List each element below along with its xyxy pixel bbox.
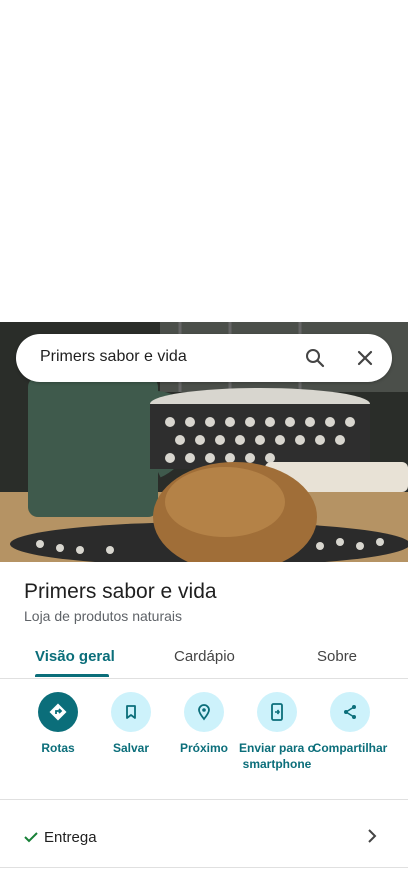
- search-bar[interactable]: Primers sabor e vida: [16, 334, 392, 382]
- delivery-label: Entrega: [44, 829, 97, 846]
- delivery-row[interactable]: Entrega: [0, 808, 408, 866]
- divider: [0, 867, 408, 868]
- tab-about[interactable]: Sobre: [317, 648, 357, 665]
- check-icon: [22, 828, 40, 846]
- send-to-phone-label: Enviar para o smartphone: [238, 741, 316, 771]
- nearby-button[interactable]: Próximo: [164, 692, 244, 756]
- share-label: Compartilhar: [312, 741, 388, 755]
- place-details-card: Primers sabor e vida Loja de produtos na…: [0, 562, 408, 884]
- divider: [0, 799, 408, 800]
- tab-bar: Visão geral Cardápio Sobre: [0, 632, 408, 679]
- action-buttons: Rotas Salvar Próximo Enviar para o smart…: [0, 692, 408, 797]
- share-icon[interactable]: [330, 692, 370, 732]
- tab-overview[interactable]: Visão geral: [35, 648, 115, 665]
- nearby-icon[interactable]: [184, 692, 224, 732]
- directions-label: Rotas: [41, 741, 75, 755]
- blank-top-area: [0, 0, 408, 322]
- send-to-phone-button[interactable]: Enviar para o smartphone: [237, 692, 317, 772]
- nearby-label: Próximo: [179, 741, 228, 755]
- directions-icon[interactable]: [38, 692, 78, 732]
- search-icon[interactable]: [303, 346, 327, 370]
- bookmark-icon[interactable]: [111, 692, 151, 732]
- tab-menu[interactable]: Cardápio: [174, 648, 235, 665]
- close-icon[interactable]: [353, 346, 377, 370]
- share-button[interactable]: Compartilhar: [310, 692, 390, 756]
- send-to-phone-icon[interactable]: [257, 692, 297, 732]
- save-label: Salvar: [112, 741, 150, 755]
- save-button[interactable]: Salvar: [91, 692, 171, 756]
- search-query[interactable]: Primers sabor e vida: [40, 348, 187, 366]
- chevron-right-icon[interactable]: [362, 826, 382, 846]
- place-title: Primers sabor e vida: [24, 580, 217, 603]
- place-category: Loja de produtos naturais: [24, 608, 182, 624]
- directions-button[interactable]: Rotas: [18, 692, 98, 756]
- active-tab-indicator: [35, 674, 109, 677]
